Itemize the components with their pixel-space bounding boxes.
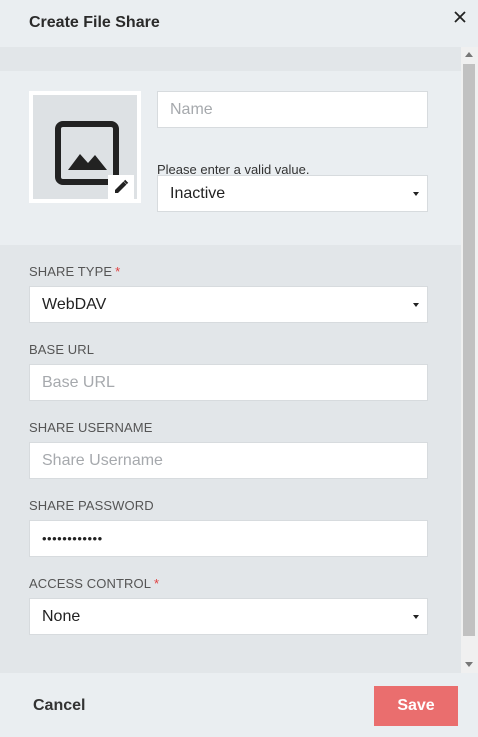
access-control-select[interactable]: None: [29, 598, 428, 635]
status-value: Inactive: [170, 184, 226, 202]
share-form: SHARE TYPE* WebDAV BASE URL SHARE USERNA…: [0, 245, 461, 673]
pencil-icon: [115, 179, 129, 193]
dialog-header: Create File Share: [0, 0, 478, 47]
status-select[interactable]: Inactive: [157, 175, 428, 212]
share-username-label: SHARE USERNAME: [29, 420, 153, 435]
caret-down-icon: [413, 303, 419, 307]
share-password-value: ••••••••••••: [42, 531, 103, 546]
dialog-body: Please enter a valid value. Inactive SHA…: [0, 47, 478, 673]
share-password-field[interactable]: ••••••••••••: [29, 520, 428, 557]
base-url-input[interactable]: [42, 373, 427, 392]
required-marker: *: [154, 576, 160, 591]
scroll-up-arrow-icon[interactable]: [465, 52, 473, 57]
scroll-down-arrow-icon[interactable]: [465, 662, 473, 667]
section-divider: [0, 47, 461, 71]
share-password-label: SHARE PASSWORD: [29, 498, 154, 513]
share-image[interactable]: [29, 91, 141, 203]
base-url-field[interactable]: [29, 364, 428, 401]
save-button[interactable]: Save: [374, 686, 458, 726]
required-marker: *: [115, 264, 121, 279]
edit-image-button[interactable]: [108, 175, 134, 199]
share-type-select[interactable]: WebDAV: [29, 286, 428, 323]
share-type-value: WebDAV: [42, 295, 107, 313]
profile-section: Please enter a valid value. Inactive: [0, 71, 461, 245]
vertical-scrollbar[interactable]: [461, 47, 478, 673]
name-field[interactable]: [157, 91, 428, 128]
close-icon[interactable]: [451, 8, 469, 26]
base-url-label: BASE URL: [29, 342, 95, 357]
dialog-title: Create File Share: [29, 14, 160, 31]
access-control-value: None: [42, 607, 81, 625]
share-type-label: SHARE TYPE *: [29, 264, 121, 279]
cancel-button[interactable]: Cancel: [33, 697, 85, 715]
caret-down-icon: [413, 192, 419, 196]
scrollbar-thumb[interactable]: [463, 64, 475, 636]
dialog-footer: Cancel Save: [0, 673, 478, 737]
caret-down-icon: [413, 615, 419, 619]
name-input[interactable]: [170, 100, 427, 119]
image-frame: [33, 95, 137, 199]
share-username-field[interactable]: [29, 442, 428, 479]
share-username-input[interactable]: [42, 451, 427, 470]
access-control-label: ACCESS CONTROL *: [29, 576, 160, 591]
